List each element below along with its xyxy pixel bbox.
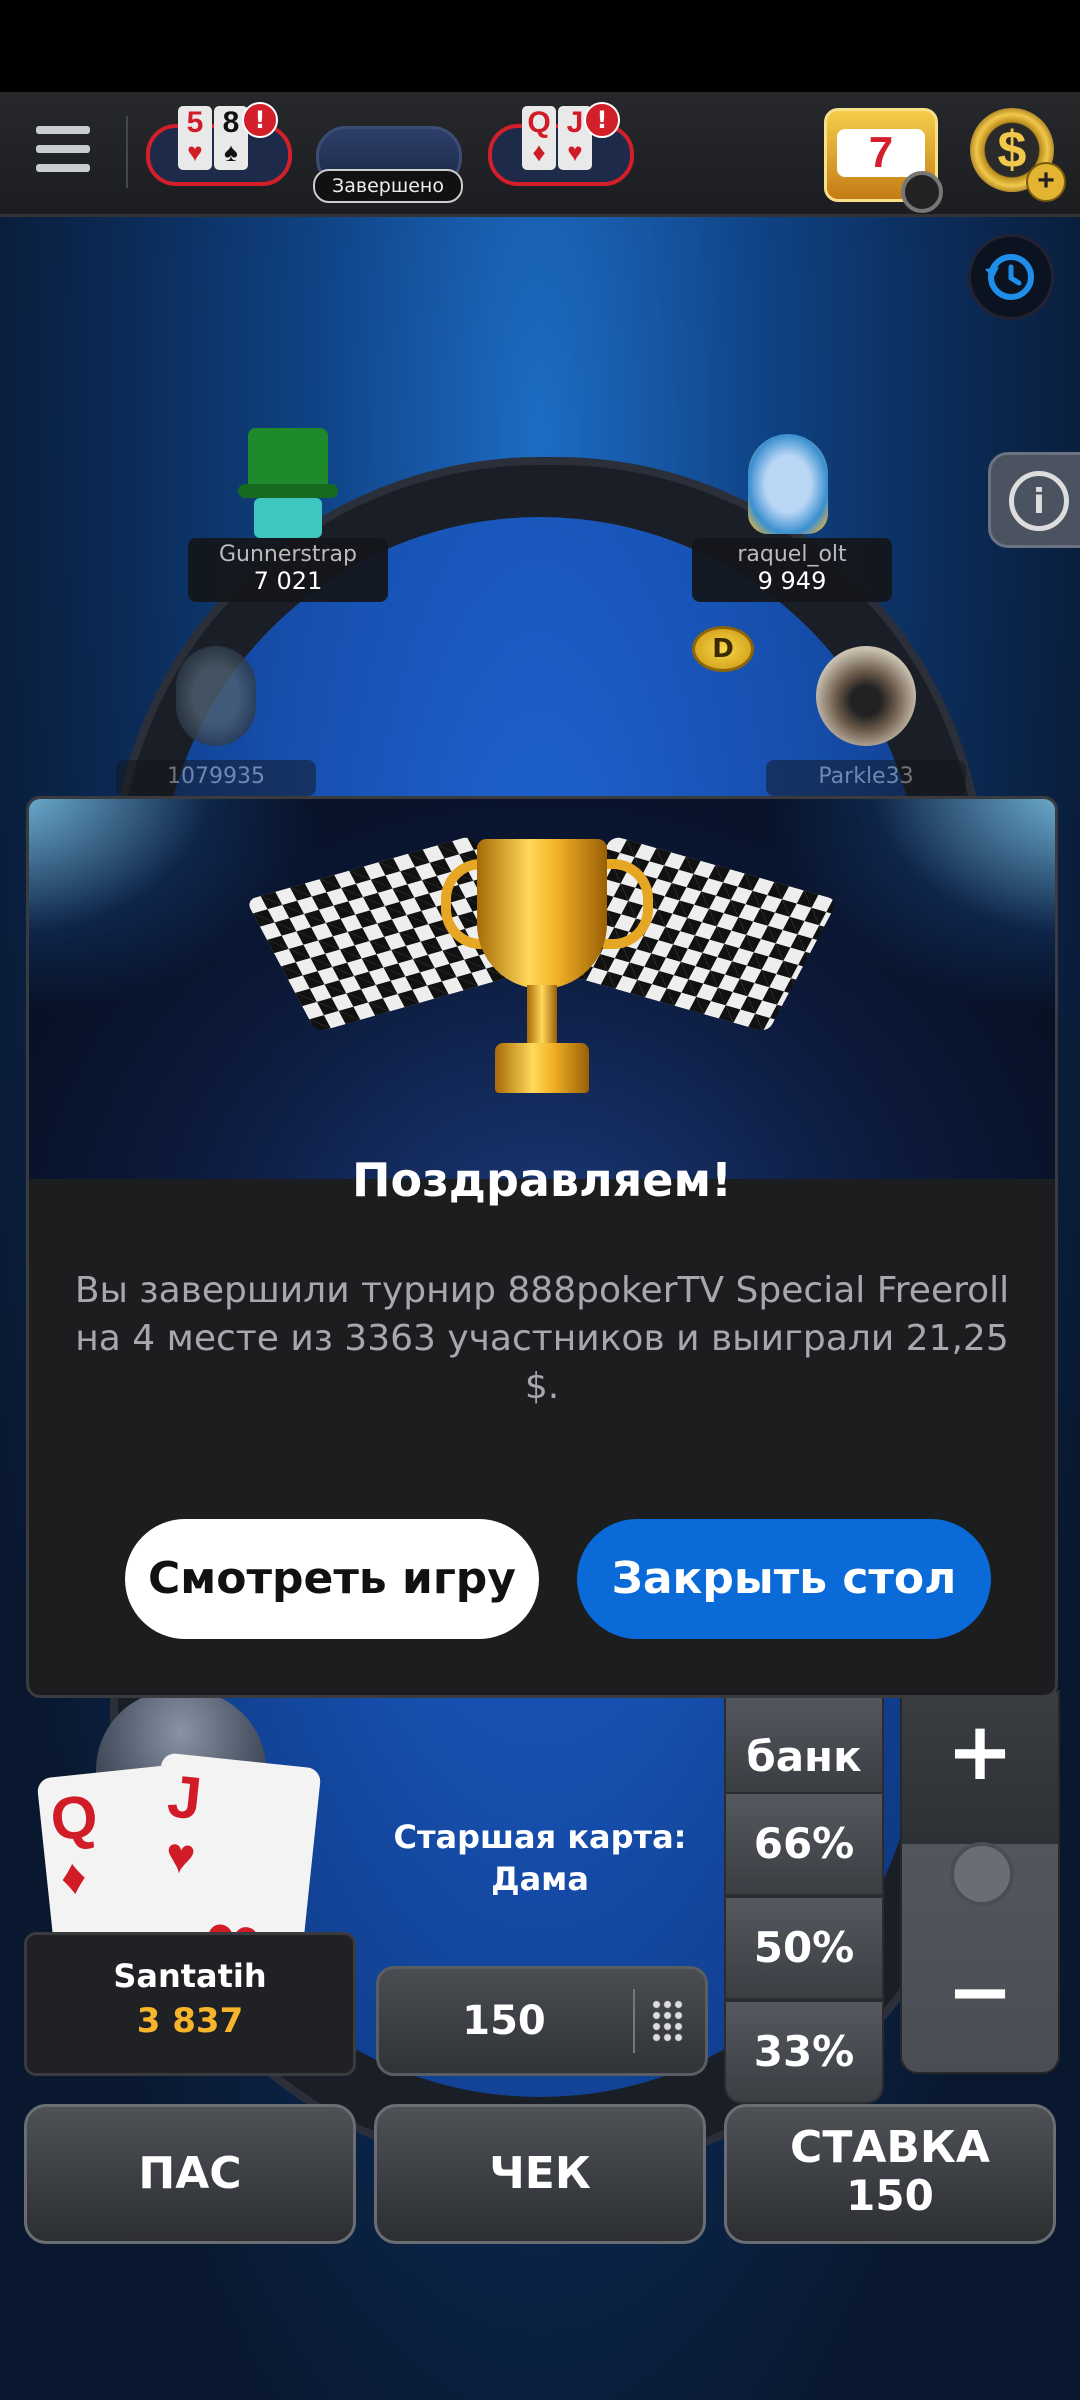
card-rank: 8 <box>222 106 240 139</box>
hero-plate: Santatih 3 837 <box>24 1932 356 2076</box>
slots-status-dot <box>901 171 943 213</box>
avatar-1079935[interactable] <box>166 646 266 756</box>
top-bar: 5 ♥ 8 ♠ ! Завершено Q ♦ J ♥ ! 7 $ + <box>0 92 1080 217</box>
heart-icon: ♥ <box>187 137 203 167</box>
card-rank: 5 <box>186 106 204 139</box>
player-name: Gunnerstrap <box>218 542 358 567</box>
player-chips: 9 949 <box>757 567 827 595</box>
player-name: 1079935 <box>167 764 265 789</box>
hero-name: Santatih <box>113 1957 267 1995</box>
decrease-bet-icon[interactable]: − <box>902 1952 1058 2032</box>
avatar-raquel[interactable] <box>738 424 838 534</box>
diamond-icon: ♦ <box>532 137 546 167</box>
pot-button-50[interactable]: 50% <box>724 1896 884 2000</box>
heart-icon: ♥ <box>567 137 583 167</box>
card-rank: J <box>164 1762 205 1833</box>
info-icon: i <box>1009 471 1069 531</box>
player-plate-2: raquel_olt 9 949 <box>692 538 892 602</box>
bet-amount-value: 150 <box>462 1998 546 2044</box>
table-tab-2[interactable]: Q ♦ J ♥ ! <box>488 102 634 186</box>
alert-badge: ! <box>584 102 620 138</box>
table-tab-finished[interactable]: Завершено <box>313 126 463 203</box>
pot-button-full[interactable]: банк <box>724 1690 884 1794</box>
hand-description: Старшая карта: Дама <box>393 1818 687 1898</box>
player-chips: 7 021 <box>253 567 323 595</box>
trophy-icon <box>477 839 607 989</box>
watch-game-button[interactable]: Смотреть игру <box>125 1519 539 1639</box>
slots-seven: 7 <box>837 129 925 177</box>
top-hat-icon <box>248 428 328 488</box>
fold-button[interactable]: ПАС <box>24 2104 356 2244</box>
dealer-button: D <box>692 626 754 672</box>
trophy-base <box>495 1043 589 1093</box>
bet-label: СТАВКА <box>790 2122 990 2173</box>
pot-button-33[interactable]: 33% <box>724 2000 884 2104</box>
check-label: ЧЕК <box>489 2148 591 2199</box>
slider-knob[interactable] <box>950 1842 1014 1906</box>
tournament-result-dialog: Поздравляем! Вы завершили турнир 888poke… <box>26 796 1058 1698</box>
slots-icon[interactable]: 7 <box>824 108 943 213</box>
dialog-hero-image <box>29 799 1055 1179</box>
bet-amount-input[interactable]: 150 <box>376 1966 708 2076</box>
trophy-stem <box>527 985 557 1045</box>
card-rank: J <box>566 106 584 139</box>
status-bar <box>0 0 1080 92</box>
table-tab-2-card-1: Q ♦ <box>522 106 556 170</box>
dollar-icon: $ <box>997 121 1027 179</box>
table-tab-1-card-1: 5 ♥ <box>178 106 212 170</box>
alert-badge: ! <box>242 102 278 138</box>
finished-label: Завершено <box>313 169 463 203</box>
player-name: Parkle33 <box>818 764 914 789</box>
heart-icon: ♥ <box>162 1826 199 1886</box>
add-funds-icon: + <box>1026 162 1066 202</box>
table-tab-1[interactable]: 5 ♥ 8 ♠ ! <box>146 102 292 186</box>
bet-slider[interactable]: + − <box>900 1690 1060 2074</box>
avatar-face <box>748 434 828 534</box>
hat-brim <box>238 484 338 498</box>
history-icon <box>985 254 1034 300</box>
table-info-button[interactable]: i <box>988 452 1080 548</box>
avatar-face <box>254 498 322 538</box>
player-name: raquel_olt <box>737 542 847 567</box>
fold-label: ПАС <box>138 2148 242 2199</box>
hand-history-button[interactable] <box>968 234 1054 320</box>
keypad-icon[interactable] <box>651 1999 683 2043</box>
spade-icon: ♠ <box>224 137 238 167</box>
check-button[interactable]: ЧЕК <box>374 2104 706 2244</box>
dialog-title: Поздравляем! <box>351 1153 733 1207</box>
avatar-face <box>176 646 256 746</box>
player-plate-1: Gunnerstrap 7 021 <box>188 538 388 602</box>
bet-amount: 150 <box>846 2171 934 2220</box>
player-plate-3: 1079935 <box>116 760 316 796</box>
card-rank: Q <box>527 106 551 139</box>
bet-button[interactable]: СТАВКА 150 <box>724 2104 1056 2244</box>
cashier-icon[interactable]: $ + <box>970 108 1066 202</box>
diamond-icon: ♦ <box>57 1847 90 1906</box>
close-table-button[interactable]: Закрыть стол <box>577 1519 991 1639</box>
hero-chips: 3 837 <box>136 2001 244 2041</box>
pot-button-66[interactable]: 66% <box>724 1792 884 1896</box>
player-plate-4: Parkle33 <box>766 760 966 796</box>
avatar-face <box>816 646 916 746</box>
bet-input-separator <box>633 1989 635 2053</box>
increase-bet-icon[interactable]: + <box>902 1712 1058 1792</box>
hamburger-menu-icon[interactable] <box>36 126 90 178</box>
topbar-divider <box>126 116 128 188</box>
dialog-message: Вы завершили турнир 888pokerTV Special F… <box>74 1270 1010 1407</box>
avatar-gunnerstrap[interactable] <box>238 428 338 538</box>
card-rank: Q <box>47 1782 101 1854</box>
avatar-parkle33[interactable] <box>812 646 916 756</box>
